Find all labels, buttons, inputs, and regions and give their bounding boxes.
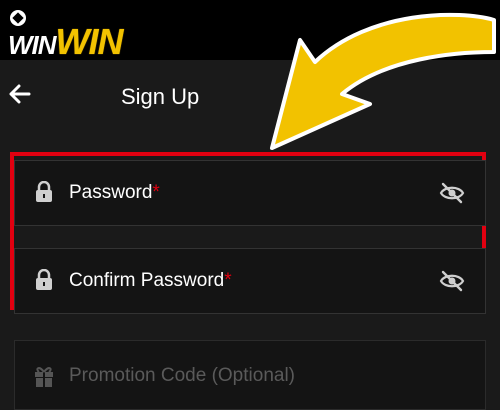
- eye-off-icon[interactable]: [439, 181, 465, 205]
- arrow-left-icon: [9, 84, 31, 104]
- required-mark: *: [224, 270, 232, 291]
- logo-text-white: WIN: [8, 30, 57, 60]
- lock-icon: [36, 269, 52, 290]
- gift-icon: [35, 367, 53, 387]
- logo-text-gold: WIN: [55, 21, 124, 62]
- lock-icon: [36, 181, 52, 202]
- confirm-password-label: Confirm Password*: [69, 270, 232, 292]
- page-title: Sign Up: [121, 84, 200, 109]
- brand-text: WINWIN: [8, 21, 124, 62]
- eye-off-icon[interactable]: [439, 269, 465, 293]
- required-mark: *: [152, 182, 160, 203]
- top-bar: WINWIN: [0, 0, 500, 60]
- password-label: Password*: [69, 182, 160, 204]
- confirm-password-label-text: Confirm Password: [69, 270, 225, 291]
- password-field[interactable]: Password*: [14, 160, 486, 226]
- promotion-code-placeholder: Promotion Code (Optional): [69, 365, 295, 386]
- back-button[interactable]: [6, 80, 34, 108]
- page-header: Sign Up: [0, 60, 500, 132]
- logo[interactable]: WINWIN: [6, 10, 146, 60]
- confirm-password-field[interactable]: Confirm Password*: [14, 248, 486, 314]
- password-label-text: Password: [69, 182, 153, 203]
